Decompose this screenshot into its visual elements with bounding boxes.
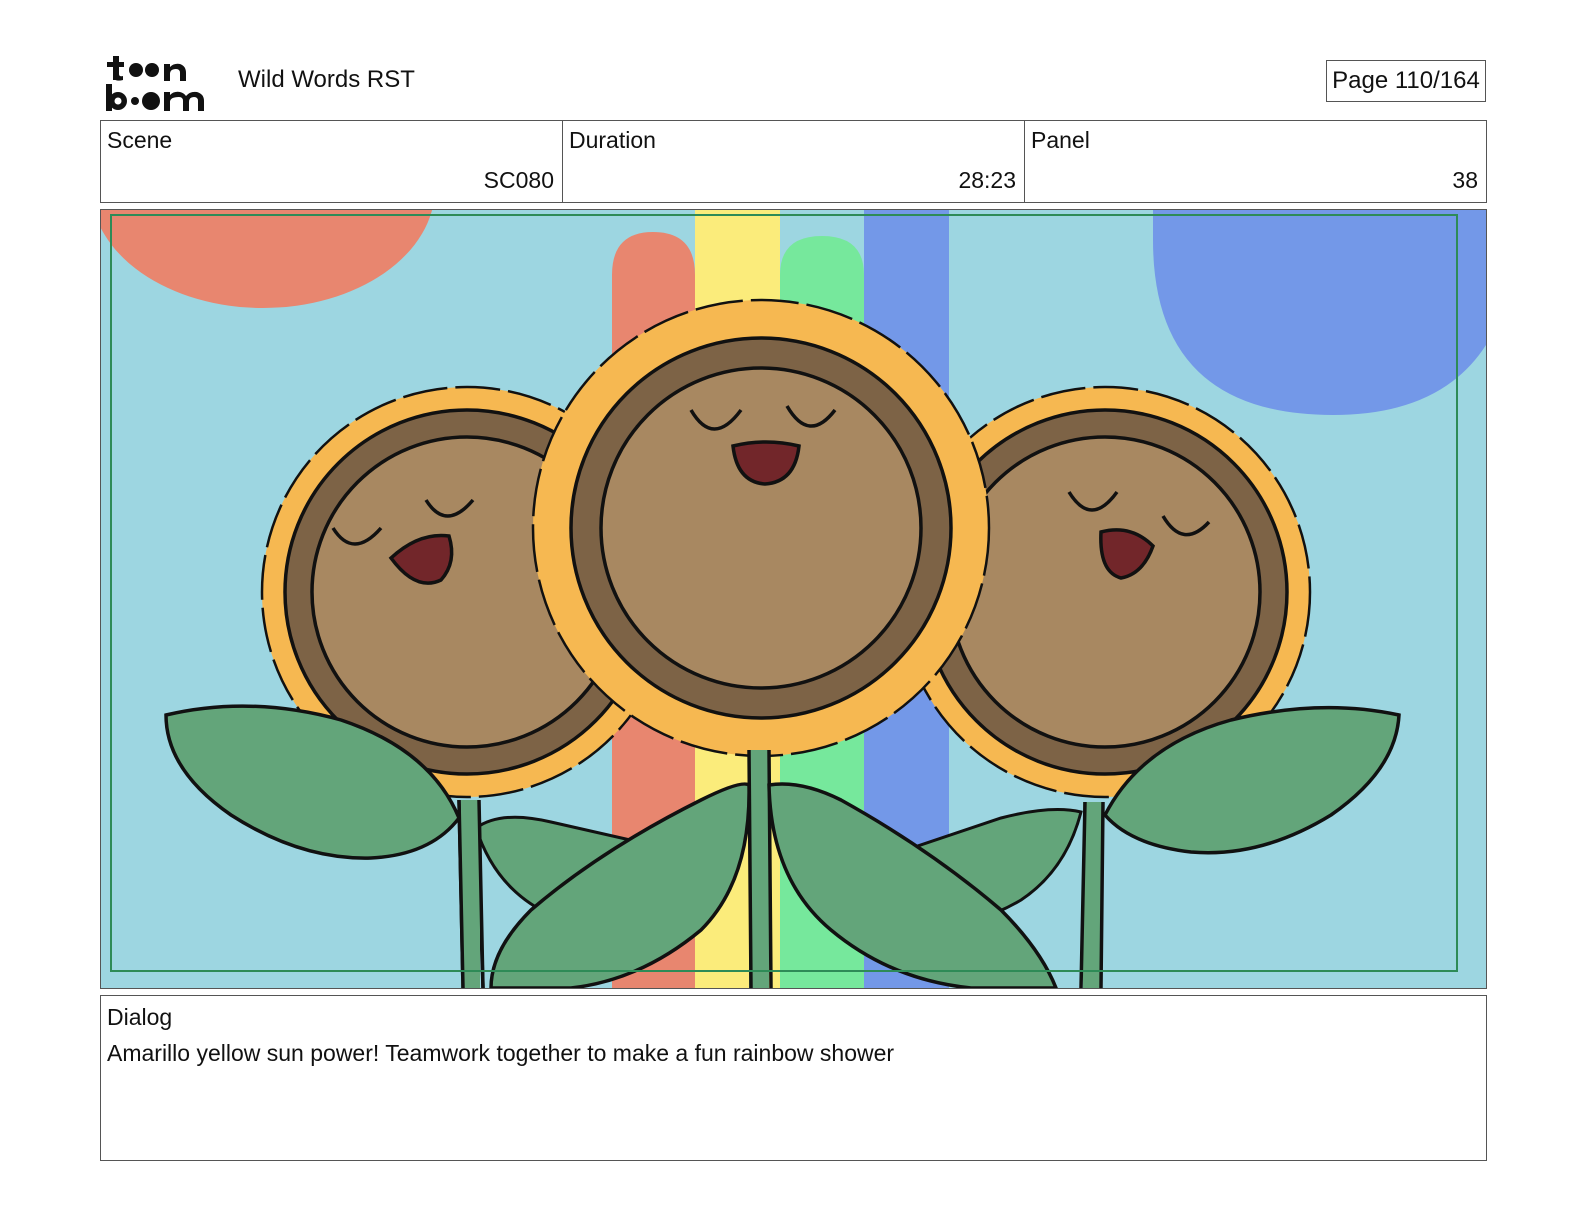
duration-cell: Duration 28:23 — [563, 121, 1025, 202]
storyboard-panel — [100, 209, 1487, 989]
scene-cell: Scene SC080 — [101, 121, 563, 202]
page-indicator: Page 110/164 — [1326, 60, 1486, 102]
panel-value: 38 — [1452, 167, 1478, 193]
scene-label: Scene — [107, 127, 173, 153]
dialog-label: Dialog — [107, 1004, 173, 1030]
toonboom-logo — [104, 54, 216, 112]
panel-cell: Panel 38 — [1025, 121, 1486, 202]
duration-value: 28:23 — [958, 167, 1016, 193]
dialog-box: Dialog Amarillo yellow sun power! Teamwo… — [100, 995, 1487, 1161]
project-title: Wild Words RST — [238, 66, 415, 93]
panel-artwork — [101, 210, 1486, 988]
dialog-text: Amarillo yellow sun power! Teamwork toge… — [107, 1040, 895, 1066]
duration-label: Duration — [569, 127, 656, 153]
info-table: Scene SC080 Duration 28:23 Panel 38 — [100, 120, 1487, 203]
panel-label: Panel — [1031, 127, 1090, 153]
scene-value: SC080 — [483, 167, 554, 193]
